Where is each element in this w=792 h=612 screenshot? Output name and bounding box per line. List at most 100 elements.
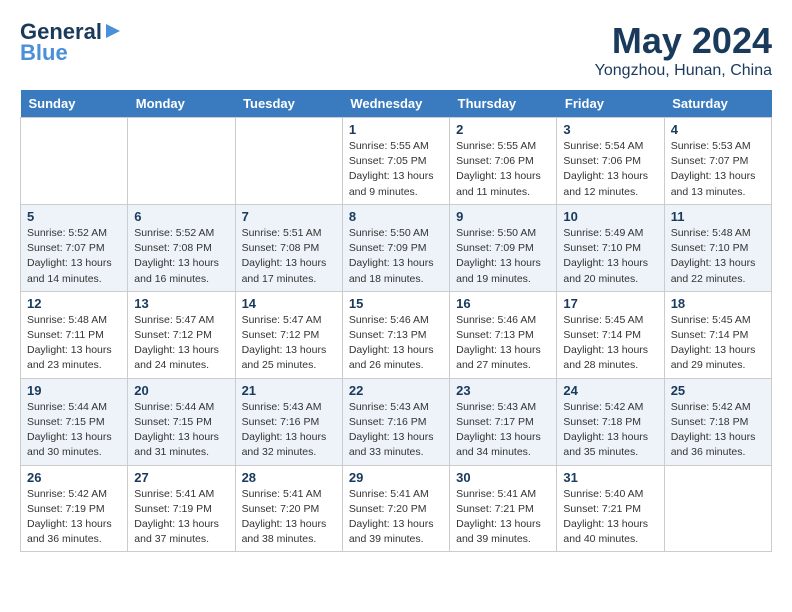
calendar-week-row: 12 Sunrise: 5:48 AMSunset: 7:11 PMDayligh…	[21, 291, 772, 378]
calendar-week-row: 19 Sunrise: 5:44 AMSunset: 7:15 PMDayligh…	[21, 378, 772, 465]
month-title: May 2024	[595, 20, 772, 62]
calendar-week-row: 26 Sunrise: 5:42 AMSunset: 7:19 PMDayligh…	[21, 465, 772, 552]
day-info: Sunrise: 5:43 AMSunset: 7:16 PMDaylight:…	[242, 400, 336, 461]
calendar-cell: 1 Sunrise: 5:55 AMSunset: 7:05 PMDaylight…	[342, 118, 449, 205]
day-number: 17	[563, 296, 657, 311]
day-number: 9	[456, 209, 550, 224]
calendar-cell: 18 Sunrise: 5:45 AMSunset: 7:14 PMDayligh…	[664, 291, 771, 378]
calendar-cell: 8Sunrise: 5:50 AMSunset: 7:09 PMDaylight…	[342, 204, 449, 291]
title-block: May 2024 Yongzhou, Hunan, China	[595, 20, 772, 80]
day-number: 28	[242, 470, 336, 485]
calendar-cell: 7 Sunrise: 5:51 AMSunset: 7:08 PMDaylight…	[235, 204, 342, 291]
calendar-cell: 27 Sunrise: 5:41 AMSunset: 7:19 PMDayligh…	[128, 465, 235, 552]
day-info: Sunrise: 5:50 AMSunset: 7:09 PMDaylight:…	[349, 226, 443, 287]
day-number: 29	[349, 470, 443, 485]
day-info: Sunrise: 5:55 AMSunset: 7:06 PMDaylight:…	[456, 139, 550, 200]
calendar-cell: 2Sunrise: 5:55 AMSunset: 7:06 PMDaylight…	[450, 118, 557, 205]
calendar-cell	[664, 465, 771, 552]
calendar-cell: 23Sunrise: 5:43 AMSunset: 7:17 PMDayligh…	[450, 378, 557, 465]
calendar-cell: 4 Sunrise: 5:53 AMSunset: 7:07 PMDaylight…	[664, 118, 771, 205]
day-info: Sunrise: 5:41 AMSunset: 7:20 PMDaylight:…	[349, 487, 443, 548]
calendar-cell: 10 Sunrise: 5:49 AMSunset: 7:10 PMDayligh…	[557, 204, 664, 291]
calendar-cell: 14Sunrise: 5:47 AMSunset: 7:12 PMDayligh…	[235, 291, 342, 378]
calendar-table: SundayMondayTuesdayWednesdayThursdayFrid…	[20, 90, 772, 552]
day-info: Sunrise: 5:55 AMSunset: 7:05 PMDaylight:…	[349, 139, 443, 200]
calendar-week-row: 5 Sunrise: 5:52 AMSunset: 7:07 PMDaylight…	[21, 204, 772, 291]
logo-arrow-icon	[106, 22, 124, 40]
day-info: Sunrise: 5:42 AMSunset: 7:18 PMDaylight:…	[563, 400, 657, 461]
weekday-header-wednesday: Wednesday	[342, 90, 449, 118]
day-number: 31	[563, 470, 657, 485]
day-number: 6	[134, 209, 228, 224]
calendar-cell	[235, 118, 342, 205]
day-number: 11	[671, 209, 765, 224]
day-info: Sunrise: 5:43 AMSunset: 7:17 PMDaylight:…	[456, 400, 550, 461]
day-info: Sunrise: 5:45 AMSunset: 7:14 PMDaylight:…	[671, 313, 765, 374]
day-info: Sunrise: 5:44 AMSunset: 7:15 PMDaylight:…	[134, 400, 228, 461]
day-number: 24	[563, 383, 657, 398]
weekday-header-saturday: Saturday	[664, 90, 771, 118]
calendar-cell: 17 Sunrise: 5:45 AMSunset: 7:14 PMDayligh…	[557, 291, 664, 378]
calendar-cell: 31 Sunrise: 5:40 AMSunset: 7:21 PMDayligh…	[557, 465, 664, 552]
day-number: 5	[27, 209, 121, 224]
day-info: Sunrise: 5:41 AMSunset: 7:21 PMDaylight:…	[456, 487, 550, 548]
day-number: 21	[242, 383, 336, 398]
day-number: 25	[671, 383, 765, 398]
weekday-header-friday: Friday	[557, 90, 664, 118]
day-number: 20	[134, 383, 228, 398]
calendar-cell: 3Sunrise: 5:54 AMSunset: 7:06 PMDaylight…	[557, 118, 664, 205]
day-number: 12	[27, 296, 121, 311]
calendar-cell: 15Sunrise: 5:46 AMSunset: 7:13 PMDayligh…	[342, 291, 449, 378]
day-number: 27	[134, 470, 228, 485]
day-number: 7	[242, 209, 336, 224]
weekday-header-tuesday: Tuesday	[235, 90, 342, 118]
calendar-cell: 22 Sunrise: 5:43 AMSunset: 7:16 PMDayligh…	[342, 378, 449, 465]
calendar-cell: 30Sunrise: 5:41 AMSunset: 7:21 PMDayligh…	[450, 465, 557, 552]
day-info: Sunrise: 5:41 AMSunset: 7:20 PMDaylight:…	[242, 487, 336, 548]
day-info: Sunrise: 5:48 AMSunset: 7:11 PMDaylight:…	[27, 313, 121, 374]
day-number: 22	[349, 383, 443, 398]
day-info: Sunrise: 5:45 AMSunset: 7:14 PMDaylight:…	[563, 313, 657, 374]
day-info: Sunrise: 5:48 AMSunset: 7:10 PMDaylight:…	[671, 226, 765, 287]
calendar-cell	[128, 118, 235, 205]
day-number: 10	[563, 209, 657, 224]
day-info: Sunrise: 5:42 AMSunset: 7:18 PMDaylight:…	[671, 400, 765, 461]
day-info: Sunrise: 5:41 AMSunset: 7:19 PMDaylight:…	[134, 487, 228, 548]
day-number: 19	[27, 383, 121, 398]
day-info: Sunrise: 5:42 AMSunset: 7:19 PMDaylight:…	[27, 487, 121, 548]
day-info: Sunrise: 5:40 AMSunset: 7:21 PMDaylight:…	[563, 487, 657, 548]
calendar-cell: 26 Sunrise: 5:42 AMSunset: 7:19 PMDayligh…	[21, 465, 128, 552]
calendar-cell: 5 Sunrise: 5:52 AMSunset: 7:07 PMDaylight…	[21, 204, 128, 291]
calendar-cell: 25 Sunrise: 5:42 AMSunset: 7:18 PMDayligh…	[664, 378, 771, 465]
day-info: Sunrise: 5:53 AMSunset: 7:07 PMDaylight:…	[671, 139, 765, 200]
day-number: 18	[671, 296, 765, 311]
weekday-header-sunday: Sunday	[21, 90, 128, 118]
day-number: 16	[456, 296, 550, 311]
day-number: 26	[27, 470, 121, 485]
logo-text-blue: Blue	[20, 41, 68, 65]
day-info: Sunrise: 5:52 AMSunset: 7:07 PMDaylight:…	[27, 226, 121, 287]
day-number: 4	[671, 122, 765, 137]
day-number: 1	[349, 122, 443, 137]
day-info: Sunrise: 5:44 AMSunset: 7:15 PMDaylight:…	[27, 400, 121, 461]
calendar-cell: 13 Sunrise: 5:47 AMSunset: 7:12 PMDayligh…	[128, 291, 235, 378]
day-number: 14	[242, 296, 336, 311]
day-info: Sunrise: 5:47 AMSunset: 7:12 PMDaylight:…	[134, 313, 228, 374]
day-info: Sunrise: 5:51 AMSunset: 7:08 PMDaylight:…	[242, 226, 336, 287]
day-info: Sunrise: 5:49 AMSunset: 7:10 PMDaylight:…	[563, 226, 657, 287]
weekday-header-row: SundayMondayTuesdayWednesdayThursdayFrid…	[21, 90, 772, 118]
day-number: 15	[349, 296, 443, 311]
day-info: Sunrise: 5:50 AMSunset: 7:09 PMDaylight:…	[456, 226, 550, 287]
calendar-week-row: 1 Sunrise: 5:55 AMSunset: 7:05 PMDaylight…	[21, 118, 772, 205]
calendar-cell: 12 Sunrise: 5:48 AMSunset: 7:11 PMDayligh…	[21, 291, 128, 378]
weekday-header-monday: Monday	[128, 90, 235, 118]
calendar-cell: 20 Sunrise: 5:44 AMSunset: 7:15 PMDayligh…	[128, 378, 235, 465]
calendar-cell: 19 Sunrise: 5:44 AMSunset: 7:15 PMDayligh…	[21, 378, 128, 465]
day-info: Sunrise: 5:43 AMSunset: 7:16 PMDaylight:…	[349, 400, 443, 461]
day-number: 13	[134, 296, 228, 311]
calendar-cell: 11 Sunrise: 5:48 AMSunset: 7:10 PMDayligh…	[664, 204, 771, 291]
calendar-cell: 24 Sunrise: 5:42 AMSunset: 7:18 PMDayligh…	[557, 378, 664, 465]
calendar-cell: 21 Sunrise: 5:43 AMSunset: 7:16 PMDayligh…	[235, 378, 342, 465]
calendar-cell: 29 Sunrise: 5:41 AMSunset: 7:20 PMDayligh…	[342, 465, 449, 552]
page-header: General Blue May 2024 Yongzhou, Hunan, C…	[20, 20, 772, 80]
